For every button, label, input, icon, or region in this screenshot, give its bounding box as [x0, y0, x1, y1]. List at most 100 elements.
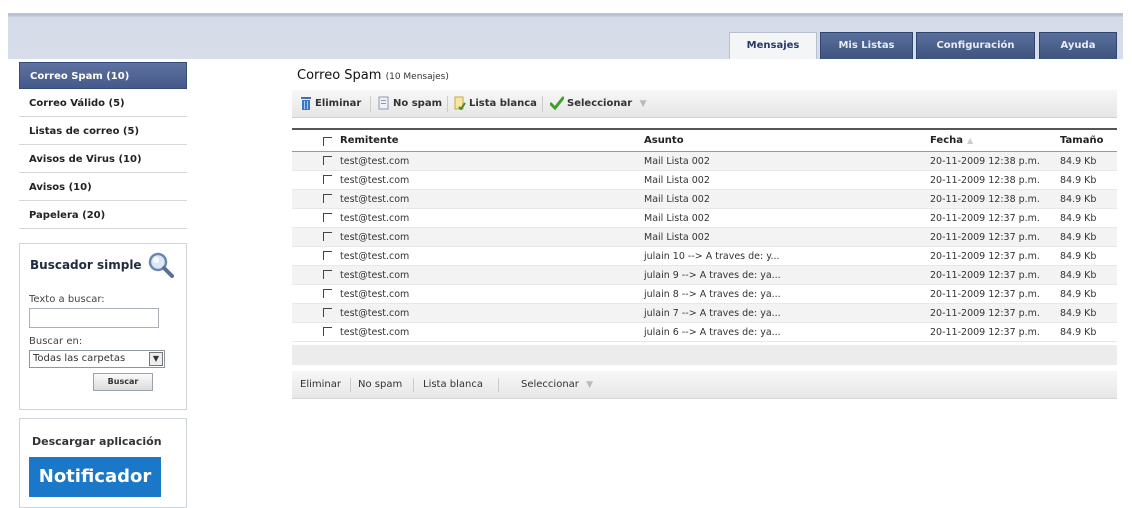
table-row[interactable]: test@test.com Mail Lista 002 20-11-2009 12… — [292, 190, 1117, 209]
page-title-text: Correo Spam — [297, 68, 382, 83]
page-title: Correo Spam (10 Mensajes) — [297, 68, 449, 83]
size-cell: 84.9 Kb — [1060, 308, 1097, 319]
size-cell: 84.9 Kb — [1060, 270, 1097, 281]
sidebar-item-correo-spam[interactable]: Correo Spam (10) — [19, 62, 187, 89]
search-text-label: Texto a buscar: — [29, 294, 105, 305]
select-dropdown[interactable]: Seleccionar ▼ — [550, 96, 647, 112]
date-header-label: Fecha — [930, 135, 964, 146]
delete-label: Eliminar — [315, 98, 362, 109]
magnifier-icon — [148, 252, 174, 278]
date-cell: 20-11-2009 12:37 p.m. — [930, 289, 1040, 300]
search-button[interactable]: Buscar — [93, 373, 153, 391]
sender-cell: test@test.com — [340, 251, 410, 262]
date-cell: 20-11-2009 12:37 p.m. — [930, 251, 1040, 262]
tab-configuracion[interactable]: Configuración — [916, 32, 1035, 59]
row-checkbox[interactable] — [323, 289, 332, 298]
row-checkbox[interactable] — [323, 194, 332, 203]
table-row[interactable]: test@test.com julain 8 --> A traves de: y… — [292, 285, 1117, 304]
search-folder-select[interactable]: Todas las carpetas ▼ — [29, 350, 165, 368]
table-row[interactable]: test@test.com Mail Lista 002 20-11-2009 12… — [292, 228, 1117, 247]
column-header-subject[interactable]: Asunto — [644, 130, 684, 152]
download-app-panel: Descargar aplicación Notificador — [19, 418, 187, 508]
search-folder-value: Todas las carpetas — [33, 353, 126, 364]
whitelist-button[interactable]: Lista blanca — [454, 96, 537, 112]
subject-cell: Mail Lista 002 — [644, 175, 710, 186]
date-cell: 20-11-2009 12:37 p.m. — [930, 213, 1040, 224]
table-row[interactable]: test@test.com julain 10 --> A traves de: … — [292, 247, 1117, 266]
delete-button[interactable]: Eliminar — [300, 96, 361, 112]
row-checkbox[interactable] — [323, 327, 332, 336]
sender-cell: test@test.com — [340, 156, 410, 167]
sender-cell: test@test.com — [340, 289, 410, 300]
table-row[interactable]: test@test.com Mail Lista 002 20-11-2009 12… — [292, 152, 1117, 171]
row-checkbox[interactable] — [323, 232, 332, 241]
row-checkbox[interactable] — [323, 156, 332, 165]
table-row[interactable]: test@test.com Mail Lista 002 20-11-2009 12… — [292, 209, 1117, 228]
toolbar-divider — [542, 96, 543, 112]
row-checkbox[interactable] — [323, 270, 332, 279]
column-header-from[interactable]: Remitente — [340, 130, 399, 152]
subject-cell: julain 7 --> A traves de: ya... — [644, 308, 781, 319]
chevron-down-icon: ▼ — [639, 99, 647, 109]
toolbar-divider — [413, 378, 414, 392]
size-cell: 84.9 Kb — [1060, 156, 1097, 167]
date-cell: 20-11-2009 12:37 p.m. — [930, 327, 1040, 338]
sidebar-item-avisos[interactable]: Avisos (10) — [19, 174, 187, 201]
sidebar-item-correo-valido[interactable]: Correo Válido (5) — [19, 90, 187, 117]
toolbar-divider — [447, 96, 448, 112]
row-checkbox[interactable] — [323, 308, 332, 317]
date-cell: 20-11-2009 12:37 p.m. — [930, 232, 1040, 243]
size-cell: 84.9 Kb — [1060, 289, 1097, 300]
sender-cell: test@test.com — [340, 232, 410, 243]
search-panel-title: Buscador simple — [30, 258, 142, 272]
column-header-date[interactable]: Fecha ▲ — [930, 130, 973, 152]
column-header-size[interactable]: Tamaño — [1060, 130, 1103, 152]
tab-mensajes[interactable]: Mensajes — [729, 32, 817, 59]
table-row[interactable]: test@test.com julain 7 --> A traves de: y… — [292, 304, 1117, 323]
date-cell: 20-11-2009 12:38 p.m. — [930, 156, 1040, 167]
notificador-app-banner[interactable]: Notificador — [29, 457, 161, 497]
sidebar-item-listas-de-correo[interactable]: Listas de correo (5) — [19, 118, 187, 145]
table-row[interactable]: test@test.com julain 9 --> A traves de: y… — [292, 266, 1117, 285]
bottom-select-dropdown[interactable]: Seleccionar ▼ — [521, 378, 593, 392]
pager-band — [292, 345, 1117, 365]
table-row[interactable]: test@test.com Mail Lista 002 20-11-2009 12… — [292, 171, 1117, 190]
row-checkbox[interactable] — [323, 175, 332, 184]
date-cell: 20-11-2009 12:37 p.m. — [930, 270, 1040, 281]
sender-cell: test@test.com — [340, 327, 410, 338]
row-checkbox[interactable] — [323, 251, 332, 260]
table-body: test@test.com Mail Lista 002 20-11-2009 12… — [292, 152, 1117, 342]
trash-icon — [301, 97, 311, 110]
download-title: Descargar aplicación — [32, 435, 162, 448]
bottom-nospam-button[interactable]: No spam — [358, 378, 402, 392]
subject-cell: Mail Lista 002 — [644, 156, 710, 167]
bottom-whitelist-button[interactable]: Lista blanca — [423, 378, 483, 392]
sort-arrow-icon: ▲ — [967, 136, 974, 145]
tab-mis-listas[interactable]: Mis Listas — [820, 32, 913, 59]
sender-cell: test@test.com — [340, 213, 410, 224]
nospam-button[interactable]: No spam — [378, 96, 442, 112]
subject-cell: Mail Lista 002 — [644, 194, 710, 205]
checkmark-icon — [550, 96, 564, 110]
date-cell: 20-11-2009 12:38 p.m. — [930, 175, 1040, 186]
subject-cell: Mail Lista 002 — [644, 213, 710, 224]
chevron-down-icon[interactable]: ▼ — [149, 352, 163, 366]
subject-cell: Mail Lista 002 — [644, 232, 710, 243]
table-row[interactable]: test@test.com julain 6 --> A traves de: y… — [292, 323, 1117, 342]
sidebar-item-papelera[interactable]: Papelera (20) — [19, 202, 187, 229]
size-cell: 84.9 Kb — [1060, 175, 1097, 186]
top-tabs: Mensajes Mis Listas Configuración Ayuda — [0, 32, 1132, 59]
subject-cell: julain 6 --> A traves de: ya... — [644, 327, 781, 338]
sidebar-item-avisos-de-virus[interactable]: Avisos de Virus (10) — [19, 146, 187, 173]
tab-ayuda[interactable]: Ayuda — [1039, 32, 1117, 59]
whitelist-label: Lista blanca — [469, 98, 537, 109]
bottom-toolbar: Eliminar No spam Lista blanca Selecciona… — [292, 371, 1117, 399]
chevron-down-icon: ▼ — [586, 380, 594, 390]
select-label: Seleccionar — [567, 98, 633, 109]
toolbar-divider — [350, 378, 351, 392]
bottom-delete-button[interactable]: Eliminar — [300, 378, 341, 392]
search-text-input[interactable] — [29, 308, 159, 328]
toolbar-divider — [498, 378, 499, 392]
select-all-checkbox[interactable] — [323, 137, 332, 146]
row-checkbox[interactable] — [323, 213, 332, 222]
